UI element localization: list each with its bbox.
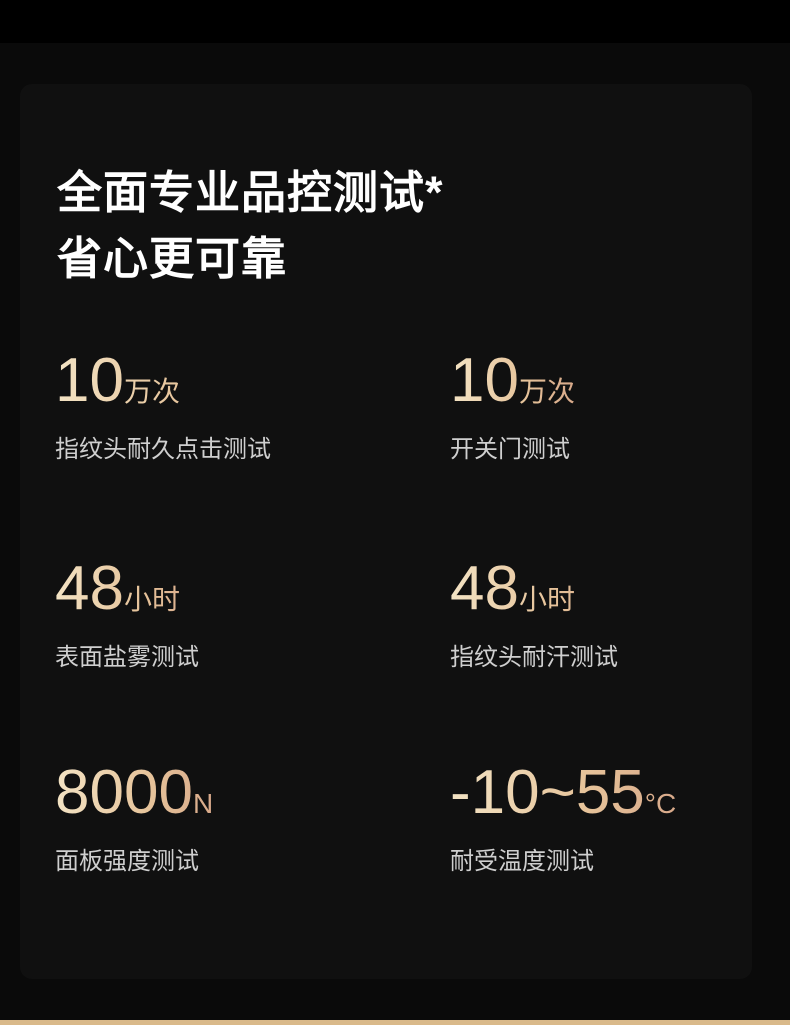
stat-value: 10 — [55, 346, 124, 415]
stat-value: 48 — [450, 554, 519, 623]
stat-label: 耐受温度测试 — [450, 848, 594, 875]
title-line-2: 省心更可靠 — [57, 233, 288, 284]
card-title: 全面专业品控测试* 省心更可靠 — [57, 160, 444, 292]
stat-door-open-close: 10万次 开关门测试 — [450, 346, 575, 464]
quality-test-card: 全面专业品控测试* 省心更可靠 10万次 指纹头耐久点击测试 10万次 开关门测… — [20, 84, 752, 979]
stat-label: 指纹头耐汗测试 — [450, 644, 618, 671]
stat-value: -10~55 — [450, 758, 645, 827]
stat-unit: °C — [644, 788, 677, 819]
stat-value: 10 — [450, 346, 519, 415]
stat-label: 表面盐雾测试 — [55, 644, 199, 671]
stat-temperature: -10~55°C 耐受温度测试 — [450, 758, 676, 876]
stat-sweat-resistance: 48小时 指纹头耐汗测试 — [450, 554, 618, 672]
stat-fingerprint-click: 10万次 指纹头耐久点击测试 — [55, 346, 271, 464]
stat-unit: 万次 — [123, 376, 180, 407]
stat-label: 开关门测试 — [450, 436, 570, 463]
stat-unit: 小时 — [518, 584, 575, 615]
title-line-1: 全面专业品控测试* — [57, 167, 444, 218]
stat-unit: N — [192, 788, 214, 819]
stat-value: 8000 — [55, 758, 193, 827]
stat-salt-spray: 48小时 表面盐雾测试 — [55, 554, 199, 672]
stat-unit: 万次 — [518, 376, 575, 407]
stat-label: 面板强度测试 — [55, 848, 199, 875]
stat-panel-strength: 8000N 面板强度测试 — [55, 758, 213, 876]
bottom-gold-strip — [0, 1020, 790, 1025]
top-bar — [0, 0, 790, 43]
stat-value: 48 — [55, 554, 124, 623]
stat-unit: 小时 — [123, 584, 180, 615]
stat-label: 指纹头耐久点击测试 — [55, 436, 271, 463]
